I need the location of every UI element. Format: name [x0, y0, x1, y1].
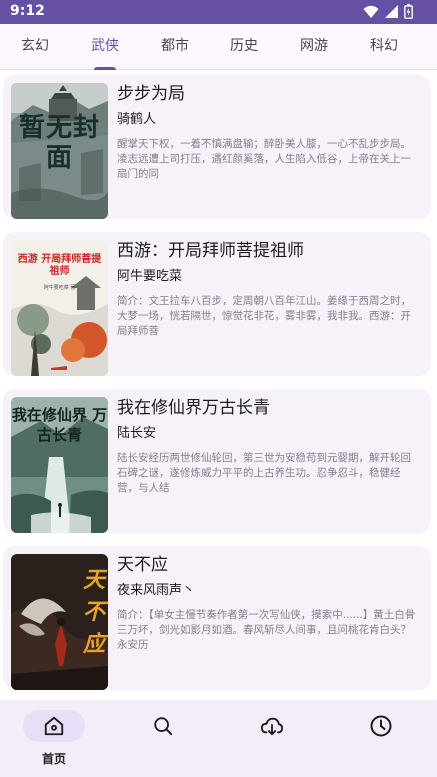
book-author: 骑鹤人	[117, 112, 157, 127]
battery-icon	[404, 4, 413, 19]
book-info: 步步为局 骑鹤人 醒掌天下权，一着不慎满盘输；醉卧美人膝，一心不乱步步局。凌志远…	[117, 81, 421, 182]
nav-pill	[132, 710, 194, 742]
book-title: 我在修仙界万古长青	[117, 398, 270, 418]
book-cover: 天不应	[11, 554, 108, 690]
cover-title: 我在修仙界 万古长青	[11, 406, 108, 444]
signal-icon	[385, 5, 398, 18]
book-title: 西游：开局拜师菩提祖师	[117, 241, 304, 261]
book-title: 步步为局	[117, 84, 185, 104]
book-description: 陆长安经历两世修仙轮回，第三世为安稳苟到元婴期，解开轮回石碑之谜，遂修炼威力平平…	[117, 452, 411, 494]
book-cover: 我在修仙界 万古长青	[11, 397, 108, 533]
book-author: 夜来风雨声丶	[117, 583, 196, 598]
tab-label: 都市	[161, 38, 189, 54]
nav-history[interactable]	[346, 710, 416, 742]
nav-search[interactable]	[128, 710, 198, 742]
book-description: 醒掌天下权，一着不慎满盘输；醉卧美人膝，一心不乱步步局。凌志远遭上司打压，遇红颜…	[117, 138, 411, 180]
tab-lishi[interactable]: 历史	[214, 24, 274, 70]
tab-label: 科幻	[370, 38, 398, 54]
cover-author: 阿牛要吃菜 著	[43, 285, 76, 291]
book-info: 我在修仙界万古长青 陆长安 陆长安经历两世修仙轮回，第三世为安稳苟到元婴期，解开…	[117, 395, 421, 496]
book-card[interactable]: 天不应 天不应 夜来风雨声丶 简介：【单女主慢节奏作者第一次写仙侠，摸索中...…	[3, 546, 431, 690]
book-cover: 西游 开局拜师菩提祖师 阿牛要吃菜 著	[11, 240, 108, 376]
tab-label: 历史	[230, 38, 258, 54]
cover-title: 西游 开局拜师菩提祖师	[17, 254, 102, 277]
cover-title: 暂无封面	[18, 113, 100, 173]
status-time: 9:12	[10, 3, 45, 19]
category-tab-bar: 玄幻 武侠 都市 历史 网游 科幻	[0, 24, 437, 70]
book-description: 简介：文王拉车八百步，定周朝八百年江山。姜缘于西周之时，大梦一场，恍若隔世，惊觉…	[117, 295, 411, 337]
tab-label: 玄幻	[21, 38, 49, 54]
nav-pill	[350, 710, 412, 742]
book-title: 天不应	[117, 555, 168, 575]
nav-home-label: 首页	[41, 752, 66, 766]
tab-kehuan[interactable]: 科幻	[354, 24, 414, 70]
nav-downloads[interactable]	[237, 710, 307, 742]
book-author: 阿牛要吃菜	[117, 269, 183, 284]
wifi-icon	[363, 5, 379, 18]
book-card[interactable]: 我在修仙界 万古长青 我在修仙界万古长青 陆长安 陆长安经历两世修仙轮回，第三世…	[3, 389, 431, 533]
status-icons	[363, 4, 413, 19]
nav-active-pill	[23, 710, 85, 742]
book-info: 天不应 夜来风雨声丶 简介：【单女主慢节奏作者第一次写仙侠，摸索中......】…	[117, 552, 421, 653]
download-cloud-icon	[260, 717, 284, 736]
book-author: 陆长安	[117, 426, 157, 441]
tab-label: 武侠	[91, 38, 119, 54]
nav-home[interactable]: 首页	[19, 710, 89, 767]
tab-wangyou[interactable]: 网游	[284, 24, 344, 70]
cover-title: 天不应	[82, 567, 105, 657]
tab-dushi[interactable]: 都市	[145, 24, 205, 70]
bottom-navigation: 首页	[0, 700, 437, 777]
home-icon	[44, 716, 64, 736]
book-info: 西游：开局拜师菩提祖师 阿牛要吃菜 简介：文王拉车八百步，定周朝八百年江山。姜缘…	[117, 238, 421, 339]
tab-xuanhuan[interactable]: 玄幻	[5, 24, 65, 70]
status-bar: 9:12	[0, 0, 437, 24]
book-description: 简介：【单女主慢节奏作者第一次写仙侠，摸索中......】黄土白骨三万坏，剑光如…	[117, 609, 416, 651]
book-cover-placeholder: 暂无封面	[11, 83, 108, 219]
tab-wuxia[interactable]: 武侠	[75, 24, 135, 70]
history-clock-icon	[370, 715, 392, 737]
search-icon	[154, 717, 173, 736]
tab-label: 网游	[300, 38, 328, 54]
book-list[interactable]: 暂无封面 步步为局 骑鹤人 醒掌天下权，一着不慎满盘输；醉卧美人膝，一心不乱步步…	[0, 70, 437, 700]
nav-pill	[241, 710, 303, 742]
book-card[interactable]: 暂无封面 步步为局 骑鹤人 醒掌天下权，一着不慎满盘输；醉卧美人膝，一心不乱步步…	[3, 75, 431, 219]
book-card[interactable]: 西游 开局拜师菩提祖师 阿牛要吃菜 著 西游：开局拜师菩提祖师 阿牛要吃菜 简介…	[3, 232, 431, 376]
